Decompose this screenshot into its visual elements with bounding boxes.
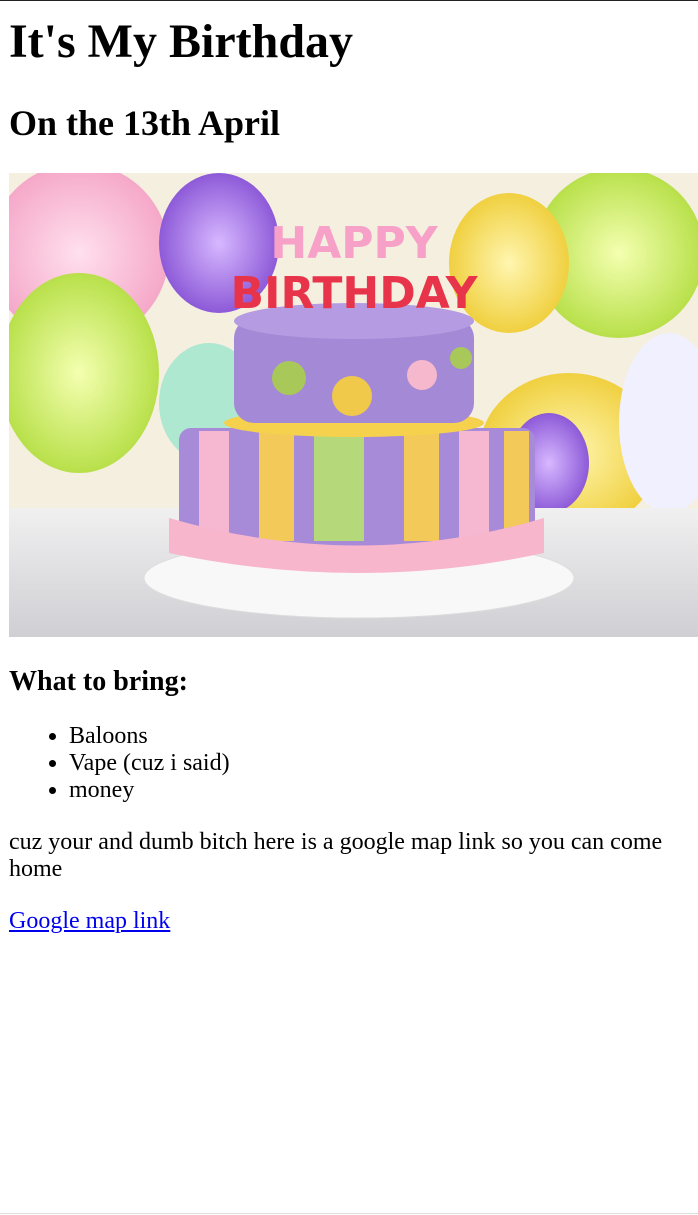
list-item: Baloons xyxy=(69,723,689,750)
page-subtitle: On the 13th April xyxy=(9,103,281,143)
google-map-link[interactable]: Google map link xyxy=(9,908,170,934)
directions-paragraph: cuz your and dumb bitch here is a google… xyxy=(9,829,663,882)
bottom-divider xyxy=(0,1213,698,1214)
bring-heading: What to bring: xyxy=(9,666,188,697)
list-item: money xyxy=(69,777,689,804)
birthday-cake-image: HAPPY BIRTHDAY xyxy=(9,173,698,637)
svg-text:BIRTHDAY: BIRTHDAY xyxy=(231,268,479,319)
page-title: It's My Birthday xyxy=(9,15,354,68)
list-item: Vape (cuz i said) xyxy=(69,750,689,777)
svg-text:HAPPY: HAPPY xyxy=(270,218,438,269)
bring-list: Baloons Vape (cuz i said) money xyxy=(9,723,689,804)
